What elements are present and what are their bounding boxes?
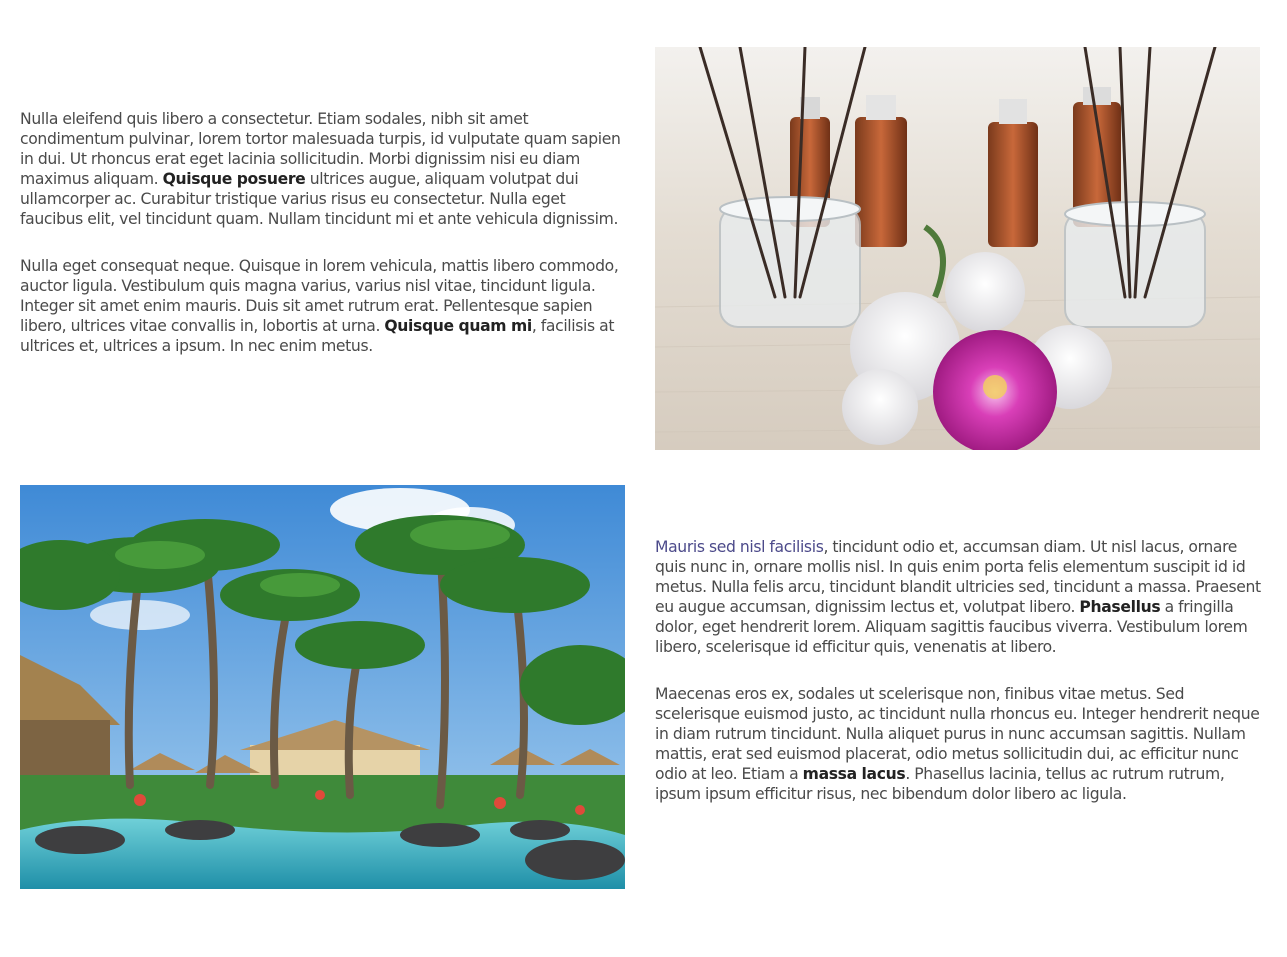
bold-text: Quisque posuere xyxy=(162,170,306,188)
bold-text: Phasellus xyxy=(1079,598,1161,616)
section-2-paragraph-1: Mauris sed nisl facilisis, tincidunt odi… xyxy=(655,537,1265,657)
page: Nulla eleifend quis libero a consectetur… xyxy=(0,0,1287,957)
spa-aroma-diffuser-image xyxy=(655,47,1260,450)
section-2-paragraph-2: Maecenas eros ex, sodales ut scelerisque… xyxy=(655,684,1265,804)
section-1-paragraph-2: Nulla eget consequat neque. Quisque in l… xyxy=(20,256,630,356)
tropical-resort-pool-image xyxy=(20,485,625,889)
resort-photo-illustration xyxy=(20,485,625,889)
section-1-paragraph-1: Nulla eleifend quis libero a consectetur… xyxy=(20,109,630,229)
spa-photo-illustration xyxy=(655,47,1260,450)
bold-text: massa lacus xyxy=(802,765,906,783)
section-1-text: Nulla eleifend quis libero a consectetur… xyxy=(20,109,630,383)
mauris-link[interactable]: Mauris sed nisl facilisis xyxy=(655,538,824,556)
section-2-text: Mauris sed nisl facilisis, tincidunt odi… xyxy=(655,537,1265,831)
bold-text: Quisque quam mi xyxy=(384,317,532,335)
